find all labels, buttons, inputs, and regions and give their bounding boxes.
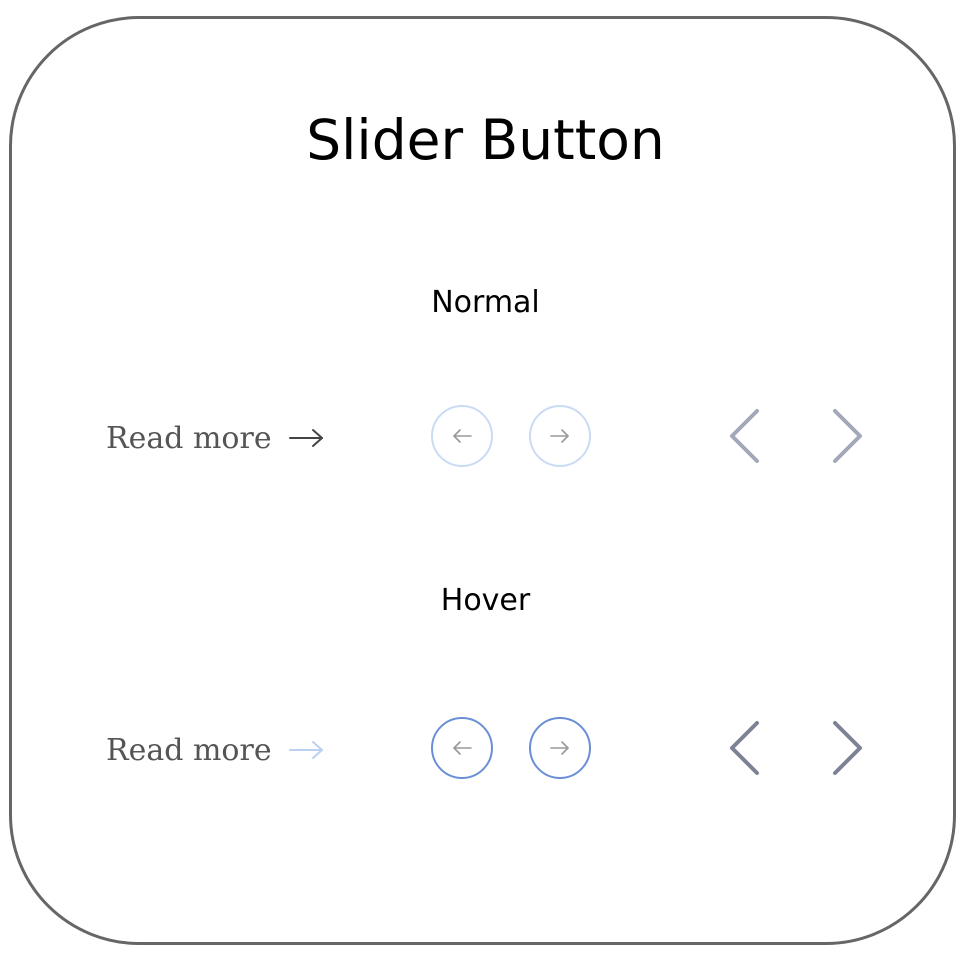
- circle-prev-button-hover[interactable]: [431, 717, 493, 779]
- read-more-link-hover[interactable]: Read more: [106, 710, 326, 790]
- chevron-next-button-normal[interactable]: [828, 406, 868, 466]
- circle-prev-button-normal[interactable]: [431, 405, 493, 467]
- chevron-next-button-hover[interactable]: [828, 718, 868, 778]
- arrow-left-icon: [453, 741, 472, 755]
- arrow-right-icon: [288, 741, 323, 759]
- chevron-left-icon: [730, 409, 759, 463]
- chevron-left-icon: [730, 721, 759, 775]
- hover-row: Read more: [0, 710, 971, 790]
- read-more-label: Read more: [106, 420, 272, 456]
- arrow-left-icon: [453, 429, 472, 443]
- chevron-right-icon: [833, 409, 862, 463]
- normal-row: Read more: [0, 398, 971, 478]
- read-more-link-normal[interactable]: Read more: [106, 398, 326, 478]
- chevron-right-icon: [833, 721, 862, 775]
- page-title: Slider Button: [306, 108, 665, 172]
- circle-next-button-hover[interactable]: [529, 717, 591, 779]
- circle-next-button-normal[interactable]: [529, 405, 591, 467]
- section-label-hover: Hover: [440, 583, 531, 618]
- section-label-normal: Normal: [431, 285, 540, 320]
- arrow-right-icon: [550, 429, 569, 443]
- chevron-prev-button-hover[interactable]: [724, 718, 764, 778]
- arrow-right-icon: [550, 741, 569, 755]
- arrow-right-icon: [288, 429, 323, 447]
- chevron-prev-button-normal[interactable]: [724, 406, 764, 466]
- read-more-label: Read more: [106, 732, 272, 768]
